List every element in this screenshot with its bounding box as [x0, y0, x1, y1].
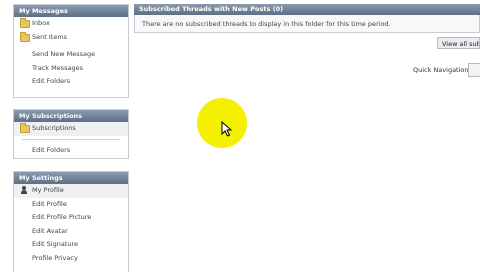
view-all-subscriptions-button[interactable]: View all subscriptions [437, 37, 480, 49]
folder-icon [20, 123, 30, 133]
folder-icon [20, 18, 30, 28]
track-messages-link[interactable]: Track Messages [14, 62, 128, 76]
edit-folders-link[interactable]: Edit Folders [14, 75, 128, 89]
my-messages-header: My Messages [14, 5, 128, 17]
my-profile-label: My Profile [32, 186, 64, 194]
folder-icon [20, 31, 30, 42]
folder-inbox-label: Inbox [32, 19, 50, 27]
folder-sent-label: Sent Items [32, 32, 68, 41]
edit-profile-link[interactable]: Edit Profile [14, 198, 128, 212]
edit-signature-link[interactable]: Edit Signature [14, 238, 128, 252]
quick-navigation-label: Quick Navigation [413, 66, 469, 74]
my-settings-header: My Settings [14, 172, 128, 184]
mouse-pointer-icon [221, 121, 233, 137]
quick-navigation-select[interactable] [468, 63, 480, 77]
send-new-message-link[interactable]: Send New Message [14, 48, 128, 62]
my-subscriptions-header: My Subscriptions [14, 110, 128, 122]
folder-subscriptions[interactable]: Subscriptions [14, 122, 128, 136]
folder-subscriptions-label: Subscriptions [32, 124, 76, 132]
my-settings-panel: My Settings My Profile Edit Profile Edit… [13, 171, 129, 272]
my-messages-panel: My Messages Inbox Sent Items Send New Me… [13, 4, 129, 98]
person-icon [21, 186, 27, 195]
edit-avatar-link[interactable]: Edit Avatar [14, 225, 128, 239]
my-profile-item[interactable]: My Profile [14, 184, 128, 198]
divider [22, 138, 120, 140]
edit-profile-picture-link[interactable]: Edit Profile Picture [14, 211, 128, 225]
subscribed-threads-header: Subscribed Threads with New Posts (0) [134, 4, 480, 15]
edit-subscription-folders-link[interactable]: Edit Folders [14, 144, 128, 158]
no-threads-message: There are no subscribed threads to displ… [134, 15, 480, 33]
my-subscriptions-panel: My Subscriptions Subscriptions Edit Fold… [13, 109, 129, 159]
folder-sent-items[interactable]: Sent Items [14, 31, 128, 45]
profile-privacy-link[interactable]: Profile Privacy [14, 252, 128, 266]
folder-inbox[interactable]: Inbox [14, 17, 128, 31]
